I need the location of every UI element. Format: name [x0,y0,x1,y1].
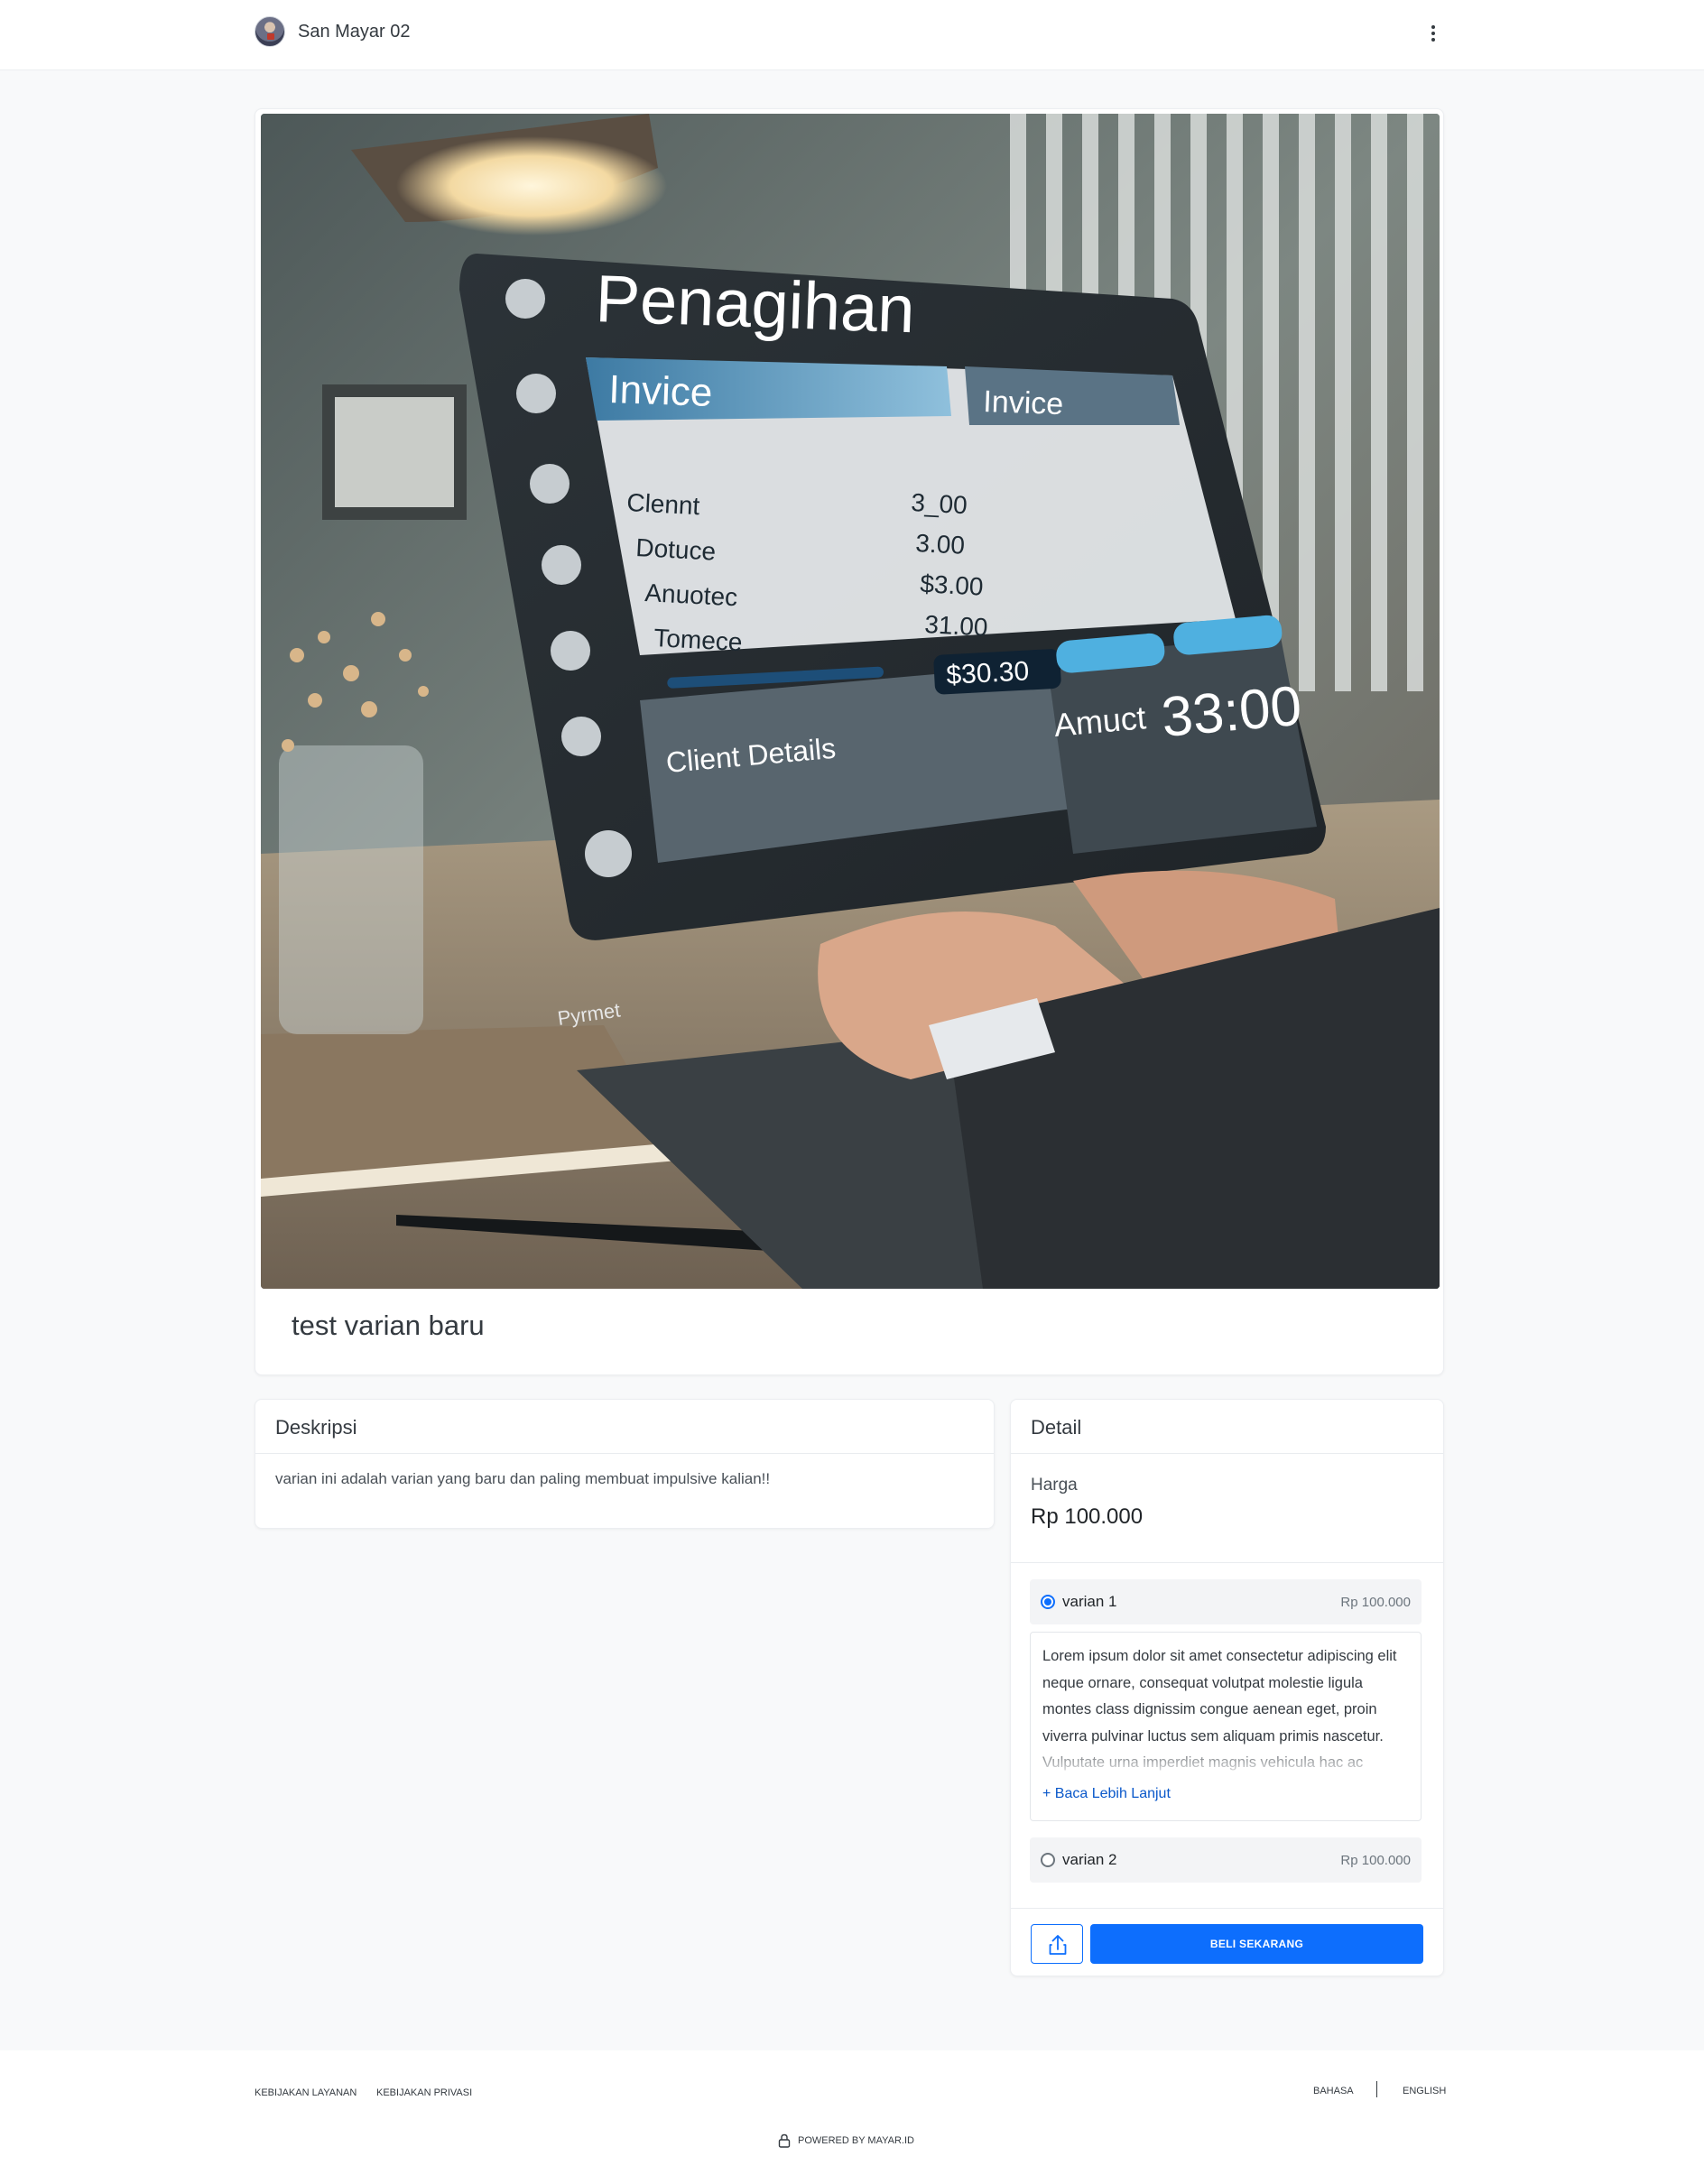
product-card: Penagihan Invice Invice Clennt Dotuce An… [255,108,1444,1375]
svg-text:Clennt: Clennt [626,488,701,520]
footer-divider [1376,2081,1377,2097]
description-heading: Deskripsi [255,1400,994,1454]
variant-1-name: varian 1 [1062,1593,1117,1610]
powered-by[interactable]: POWERED BY MAYAR.ID [778,2133,914,2148]
svg-text:Dotuce: Dotuce [635,533,717,566]
powered-by-text: POWERED BY MAYAR.ID [798,2135,914,2146]
language-label: BAHASA [1313,2086,1354,2096]
share-icon [1049,1935,1067,1955]
store-avatar [255,16,285,47]
svg-text:3_00: 3_00 [911,488,968,519]
variant-option-1[interactable]: varian 1 Rp 100.000 [1030,1579,1422,1624]
variant-2-radio[interactable] [1041,1853,1055,1867]
variant-1-radio[interactable] [1041,1595,1055,1609]
svg-text:$3.00: $3.00 [920,569,985,601]
variant-1-description-text: Lorem ipsum dolor sit amet consectetur a… [1042,1648,1397,1771]
product-illustration: Penagihan Invice Invice Clennt Dotuce An… [261,114,1440,1289]
purchase-actions: BELI SEKARANG [1011,1908,1443,1976]
detail-card: Detail Harga Rp 100.000 varian 1 Rp 100.… [1010,1399,1444,1976]
svg-text:Anuotec: Anuotec [644,578,738,611]
lock-icon [778,2133,791,2148]
variant-option-2[interactable]: varian 2 Rp 100.000 [1030,1837,1422,1883]
description-card: Deskripsi varian ini adalah varian yang … [255,1399,995,1529]
footer: KEBIJAKAN LAYANAN KEBIJAKAN PRIVASI BAHA… [0,2050,1704,2184]
price-label: Harga [1031,1476,1078,1495]
read-more-link[interactable]: + Baca Lebih Lanjut [1042,1786,1171,1802]
svg-text:$30.30: $30.30 [946,656,1030,690]
detail-heading: Detail [1011,1400,1443,1454]
privacy-link[interactable]: KEBIJAKAN PRIVASI [376,2087,472,2098]
description-text: varian ini adalah varian yang baru dan p… [275,1470,771,1487]
variant-1-price: Rp 100.000 [1340,1594,1411,1610]
more-options-icon[interactable] [1424,20,1442,47]
store-brand[interactable]: San Mayar 02 [255,14,411,49]
product-title: test varian baru [292,1309,485,1341]
variant-2-price: Rp 100.000 [1340,1852,1411,1868]
terms-link[interactable]: KEBIJAKAN LAYANAN [255,2087,357,2098]
svg-text:Invice: Invice [983,384,1064,421]
svg-text:Tomece: Tomece [653,624,744,656]
svg-text:31.00: 31.00 [924,610,989,642]
top-navbar: San Mayar 02 [0,0,1704,70]
svg-text:33:00: 33:00 [1159,675,1304,749]
store-name: San Mayar 02 [298,21,411,42]
variant-1-description: Lorem ipsum dolor sit amet consectetur a… [1030,1632,1422,1821]
product-image: Penagihan Invice Invice Clennt Dotuce An… [261,114,1440,1289]
buy-now-button[interactable]: BELI SEKARANG [1090,1924,1423,1964]
price-block: Harga Rp 100.000 [1011,1454,1443,1563]
language-selector[interactable]: ENGLISH [1403,2086,1446,2096]
svg-text:Penagihan: Penagihan [594,261,916,347]
share-button[interactable] [1031,1924,1083,1964]
svg-text:3.00: 3.00 [915,529,966,560]
svg-text:Invice: Invice [608,367,714,415]
variant-2-name: varian 2 [1062,1851,1117,1868]
price-value: Rp 100.000 [1031,1504,1144,1529]
variant-list: varian 1 Rp 100.000 Lorem ipsum dolor si… [1011,1563,1443,1883]
